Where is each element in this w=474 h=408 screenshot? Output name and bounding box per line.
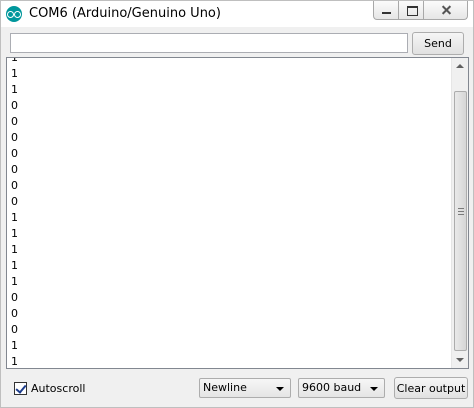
autoscroll-label: Autoscroll: [31, 381, 86, 395]
output-line: 1: [11, 259, 18, 272]
scroll-down-arrow-icon[interactable]: [452, 351, 468, 368]
baud-rate-select[interactable]: 9600 baud: [298, 378, 385, 398]
window-title: COM6 (Arduino/Genuino Uno): [29, 6, 221, 21]
output-line: 0: [11, 115, 18, 128]
serial-monitor-window: COM6 (Arduino/Genuino Uno) Send 1 1 1 0 0 0 0 0…: [0, 0, 474, 408]
output-line: 0: [11, 131, 18, 144]
clear-output-button[interactable]: Clear output: [394, 377, 468, 399]
output-line: 0: [11, 291, 18, 304]
output-line: 1: [11, 227, 18, 240]
send-button[interactable]: Send: [412, 32, 464, 55]
output-line: 0: [11, 195, 18, 208]
output-line: 1: [11, 211, 18, 224]
scroll-up-arrow-icon[interactable]: [452, 58, 468, 75]
title-bar[interactable]: COM6 (Arduino/Genuino Uno): [1, 1, 473, 27]
vertical-scrollbar[interactable]: [451, 58, 468, 368]
output-lines: 1 1 1 0 0 0 0 0 0 0 1 1 1 1 1 0 0 0 1 1: [11, 57, 18, 368]
output-line: 0: [11, 99, 18, 112]
line-ending-select[interactable]: Newline: [199, 378, 291, 398]
grip-icon: [458, 208, 464, 217]
scroll-thumb[interactable]: [454, 91, 467, 351]
output-line: 0: [11, 163, 18, 176]
output-line: 0: [11, 179, 18, 192]
send-input[interactable]: [10, 33, 408, 53]
serial-output[interactable]: 1 1 1 0 0 0 0 0 0 0 1 1 1 1 1 0 0 0 1 1: [6, 57, 469, 369]
output-line: 1: [11, 339, 18, 352]
output-line: 0: [11, 323, 18, 336]
output-line: 1: [11, 67, 18, 80]
minimize-button[interactable]: [373, 1, 399, 20]
output-line: 1: [11, 275, 18, 288]
maximize-button[interactable]: [398, 1, 424, 20]
autoscroll-toggle[interactable]: Autoscroll: [14, 381, 85, 395]
output-line: 1: [11, 83, 18, 96]
output-line: 1: [11, 243, 18, 256]
close-button[interactable]: [423, 1, 468, 20]
autoscroll-checkbox[interactable]: [14, 381, 27, 395]
output-line: 1: [11, 57, 18, 64]
baud-rate-value: 9600 baud: [302, 381, 362, 394]
line-ending-value: Newline: [203, 381, 247, 394]
arduino-logo-icon: [6, 6, 22, 22]
output-line: 0: [11, 307, 18, 320]
output-line: 1: [11, 355, 18, 368]
output-line: 0: [11, 147, 18, 160]
